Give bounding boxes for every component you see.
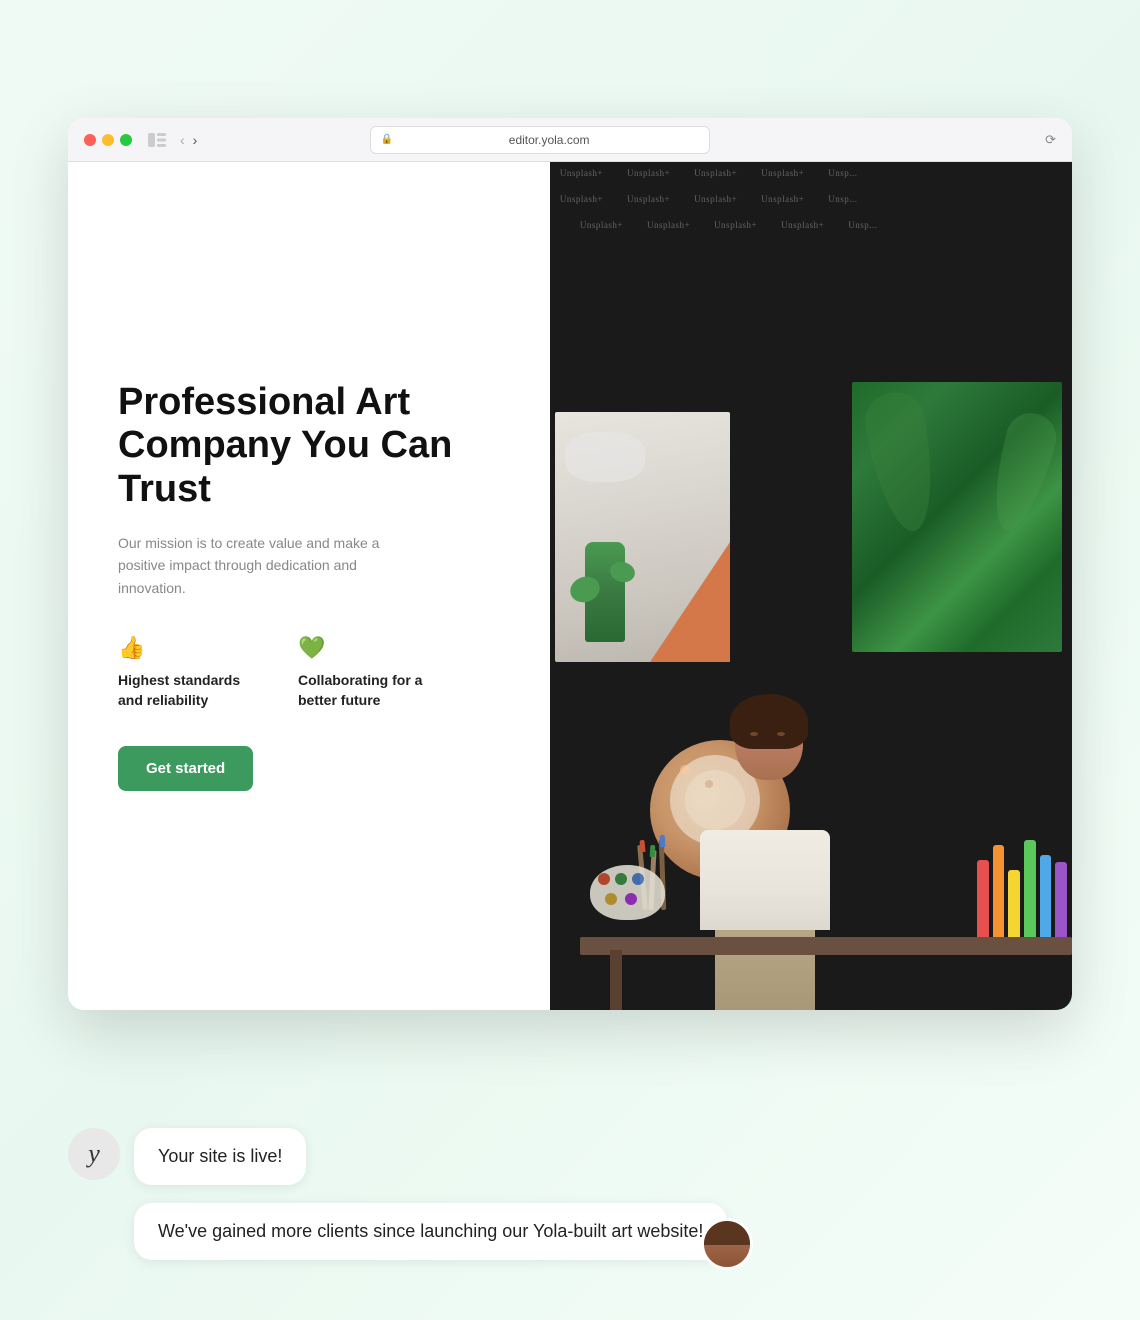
thumbsup-icon: 👍 [118, 635, 258, 661]
close-button[interactable] [84, 134, 96, 146]
user-face [704, 1221, 750, 1267]
feature-1-label: Highest standards and reliability [118, 671, 258, 710]
paint-bottles [977, 820, 1067, 950]
browser-nav: ‹ › [180, 132, 197, 148]
feature-item-2: 💚 Collaborating for a better future [298, 635, 438, 710]
chat-text-1: Your site is live! [158, 1146, 282, 1166]
website-left-panel: Professional Art Company You Can Trust O… [68, 162, 550, 1010]
address-bar[interactable]: 🔒 editor.yola.com [370, 126, 710, 154]
paint-palette [590, 865, 665, 920]
main-headline: Professional Art Company You Can Trust [118, 381, 500, 512]
minimize-button[interactable] [102, 134, 114, 146]
table-leg [610, 950, 622, 1010]
chat-message-2-row: We've gained more clients since launchin… [68, 1203, 1072, 1260]
artist-area [550, 332, 1072, 1010]
chat-bubble-2: We've gained more clients since launchin… [134, 1203, 727, 1260]
person-head [735, 702, 803, 780]
get-started-button[interactable]: Get started [118, 746, 253, 791]
features-row: 👍 Highest standards and reliability 💚 Co… [118, 635, 500, 710]
painting-white [555, 412, 730, 662]
back-arrow[interactable]: ‹ [180, 132, 185, 148]
forward-arrow[interactable]: › [193, 132, 198, 148]
sidebar-toggle[interactable] [148, 133, 166, 147]
maximize-button[interactable] [120, 134, 132, 146]
chat-area: y Your site is live! We've gained more c… [68, 1128, 1072, 1260]
chat-bubble-1: Your site is live! [134, 1128, 306, 1185]
yola-logo-avatar: y [68, 1128, 120, 1180]
browser-window: ‹ › 🔒 editor.yola.com ⟳ Professional Art… [68, 118, 1072, 1010]
heart-icon: 💚 [298, 635, 438, 661]
person-body [715, 830, 815, 1010]
browser-toolbar: ‹ › 🔒 editor.yola.com ⟳ [68, 118, 1072, 162]
user-hair [704, 1221, 750, 1245]
website-right-panel: Unsplash+ Unsplash+ Unsplash+ Unsplash+ … [550, 162, 1072, 1010]
website-content: Professional Art Company You Can Trust O… [68, 162, 1072, 1010]
yola-letter: y [88, 1139, 100, 1169]
painting-green [852, 382, 1062, 652]
feature-item-1: 👍 Highest standards and reliability [118, 635, 258, 710]
chat-message-1-row: y Your site is live! [68, 1128, 1072, 1185]
feature-2-label: Collaborating for a better future [298, 671, 438, 710]
lock-icon: 🔒 [381, 134, 393, 145]
mission-text: Our mission is to create value and make … [118, 532, 398, 599]
traffic-lights [84, 134, 132, 146]
table-surface [580, 937, 1072, 955]
user-avatar [701, 1218, 753, 1270]
chat-text-2: We've gained more clients since launchin… [158, 1221, 703, 1241]
url-text: editor.yola.com [399, 133, 699, 147]
reload-button[interactable]: ⟳ [1045, 132, 1056, 148]
